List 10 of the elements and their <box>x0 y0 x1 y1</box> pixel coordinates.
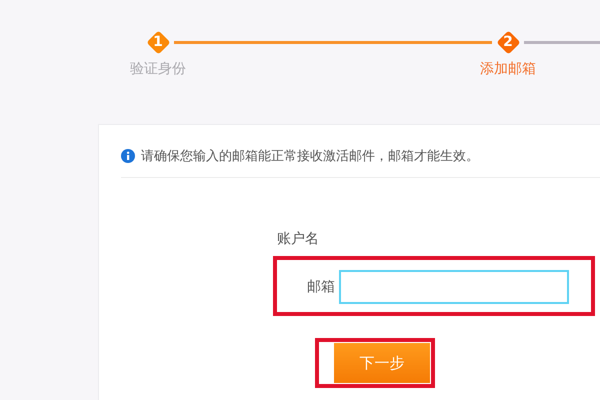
email-input[interactable] <box>339 270 569 304</box>
step-number-badge: 2 <box>496 30 520 54</box>
form-heading: 账户名 <box>277 230 320 248</box>
next-button[interactable]: 下一步 <box>334 343 430 383</box>
step-label: 添加邮箱 <box>480 60 536 78</box>
step-number-badge: 1 <box>146 30 170 54</box>
notice-text: 请确保您输入的邮箱能正常接收激活邮件，邮箱才能生效。 <box>141 148 479 165</box>
step-label: 验证身份 <box>130 60 186 78</box>
info-icon <box>121 149 135 163</box>
field-label: 邮箱 <box>306 278 336 296</box>
